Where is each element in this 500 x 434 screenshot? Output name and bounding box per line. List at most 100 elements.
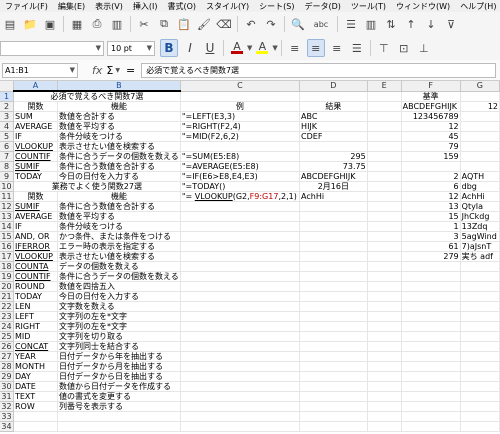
cell-a33[interactable] [13, 411, 59, 422]
row-header[interactable]: 34 [0, 421, 15, 432]
cell-e15[interactable] [367, 231, 402, 242]
row-header[interactable]: 12 [0, 201, 15, 212]
cell-b9[interactable]: 今日の日付を入力する [57, 171, 181, 182]
cell-b25[interactable]: 文字列を切り取る [57, 331, 181, 342]
cell-c12[interactable] [180, 201, 301, 212]
cell-g6[interactable] [460, 141, 500, 152]
row-header[interactable]: 33 [0, 411, 15, 422]
cell-f13[interactable]: 15 [401, 211, 461, 222]
cell-f28[interactable] [401, 361, 461, 372]
cell-c16[interactable] [180, 241, 301, 252]
row-header[interactable]: 4 [0, 121, 15, 132]
cell-a26[interactable]: CONCAT [13, 341, 59, 352]
justify-icon[interactable]: ☰ [349, 40, 365, 56]
highlight-color-button[interactable]: A [254, 40, 270, 56]
cell-f23[interactable] [401, 311, 461, 322]
cell-g10[interactable]: dbg [460, 181, 500, 192]
cell-b13[interactable]: 数値を平均する [57, 211, 181, 222]
cell-a3[interactable]: SUM [13, 111, 59, 122]
cell-g9[interactable]: AQTH [460, 171, 500, 182]
cell-e23[interactable] [367, 311, 402, 322]
chevron-down-icon[interactable]: ▼ [247, 44, 252, 52]
cell-c4[interactable]: "=RIGHT(F2,4) [180, 121, 301, 132]
cell-d22[interactable] [299, 301, 368, 312]
align-center-icon[interactable]: ≡ [306, 39, 325, 57]
cell-b15[interactable]: かつ条件、または条件をつける [57, 231, 181, 242]
cell-e21[interactable] [367, 291, 402, 302]
cell-a19[interactable]: COUNTIF [13, 271, 59, 282]
row-icon[interactable]: ☰ [343, 16, 359, 32]
cell-d17[interactable] [299, 251, 368, 262]
cell-d6[interactable] [299, 141, 368, 152]
cell-f7[interactable]: 159 [401, 151, 461, 162]
menu-styles[interactable]: スタイル(Y) [201, 1, 254, 12]
sort-icon[interactable]: ⇅ [383, 16, 399, 32]
cell-a9[interactable]: TODAY [13, 171, 59, 182]
cell-d2[interactable]: 結果 [299, 101, 368, 112]
cell-f17[interactable]: 279 [401, 251, 461, 262]
cell-c30[interactable] [180, 381, 301, 392]
cell-g25[interactable] [460, 331, 500, 342]
cell-f3[interactable]: 123456789 [401, 111, 461, 122]
cell-e28[interactable] [367, 361, 402, 372]
cell-e1[interactable] [367, 90, 402, 102]
font-color-button[interactable]: A [229, 40, 245, 56]
cell-c20[interactable] [180, 281, 301, 292]
menu-data[interactable]: データ(D) [299, 1, 345, 12]
cell-c31[interactable] [180, 391, 301, 402]
cell-g29[interactable] [460, 371, 500, 382]
cell-f25[interactable] [401, 331, 461, 342]
cell-g15[interactable]: 5agWind [460, 231, 500, 242]
cell-f24[interactable] [401, 321, 461, 332]
cell-e31[interactable] [367, 391, 402, 402]
cell-f31[interactable] [401, 391, 461, 402]
chevron-down-icon[interactable]: ▼ [115, 67, 120, 74]
cell-c21[interactable] [180, 291, 301, 302]
cell-g27[interactable] [460, 351, 500, 362]
cell-c11[interactable]: "= VLOOKUP(G2,F9:G17,2,1) [180, 191, 301, 202]
cell-d33[interactable] [299, 411, 368, 422]
cell-f18[interactable] [401, 261, 461, 272]
cell-e30[interactable] [367, 381, 402, 392]
cell-d9[interactable]: ABCDEFGHIJK [299, 171, 368, 182]
redo-icon[interactable]: ↷ [263, 16, 279, 32]
cell-a25[interactable]: MID [13, 331, 59, 342]
cell-b23[interactable]: 文字列の左を*文字 [57, 311, 181, 322]
cell-f27[interactable] [401, 351, 461, 362]
cell-c5[interactable]: "=MID(F2,6,2) [180, 131, 301, 142]
align-top-icon[interactable]: ⊤ [376, 40, 392, 56]
cell-f5[interactable]: 45 [401, 131, 461, 142]
cell-b7[interactable]: 条件に合うデータの個数を数える [57, 151, 181, 162]
cell-a2[interactable]: 関数 [13, 101, 59, 112]
cell-g30[interactable] [460, 381, 500, 392]
cell-g28[interactable] [460, 361, 500, 372]
cell-e9[interactable] [367, 171, 402, 182]
cell-e24[interactable] [367, 321, 402, 332]
cell-d24[interactable] [299, 321, 368, 332]
italic-button[interactable]: I [182, 40, 198, 56]
cell-a1[interactable]: 必須で覚えるべき関数7選 [13, 90, 181, 102]
menu-view[interactable]: 表示(V) [90, 1, 128, 12]
cell-a27[interactable]: YEAR [13, 351, 59, 362]
cell-c27[interactable] [180, 351, 301, 362]
spellcheck-icon[interactable]: abc [310, 16, 332, 32]
cell-b6[interactable]: 表示させたい値を検索する [57, 141, 181, 152]
cell-f4[interactable]: 12 [401, 121, 461, 132]
cell-d20[interactable] [299, 281, 368, 292]
copy-icon[interactable]: ⧉ [156, 16, 172, 32]
cell-e34[interactable] [367, 421, 402, 432]
cell-c15[interactable] [180, 231, 301, 242]
cell-d32[interactable] [299, 401, 368, 412]
cell-g16[interactable]: 7)aJsnT [460, 241, 500, 252]
cell-d15[interactable] [299, 231, 368, 242]
cell-b26[interactable]: 文字列同士を結合する [57, 341, 181, 352]
row-header[interactable]: 18 [0, 261, 15, 272]
align-right-icon[interactable]: ≡ [329, 40, 345, 56]
cell-d14[interactable] [299, 221, 368, 232]
cell-e4[interactable] [367, 121, 402, 132]
cell-b14[interactable]: 条件分岐をつける [57, 221, 181, 232]
formula-input[interactable]: 必須で覚えるべき関数7選 [141, 62, 496, 78]
row-header[interactable]: 25 [0, 331, 15, 342]
underline-button[interactable]: U [202, 40, 218, 56]
new-document-icon[interactable]: ▤ [2, 16, 18, 32]
